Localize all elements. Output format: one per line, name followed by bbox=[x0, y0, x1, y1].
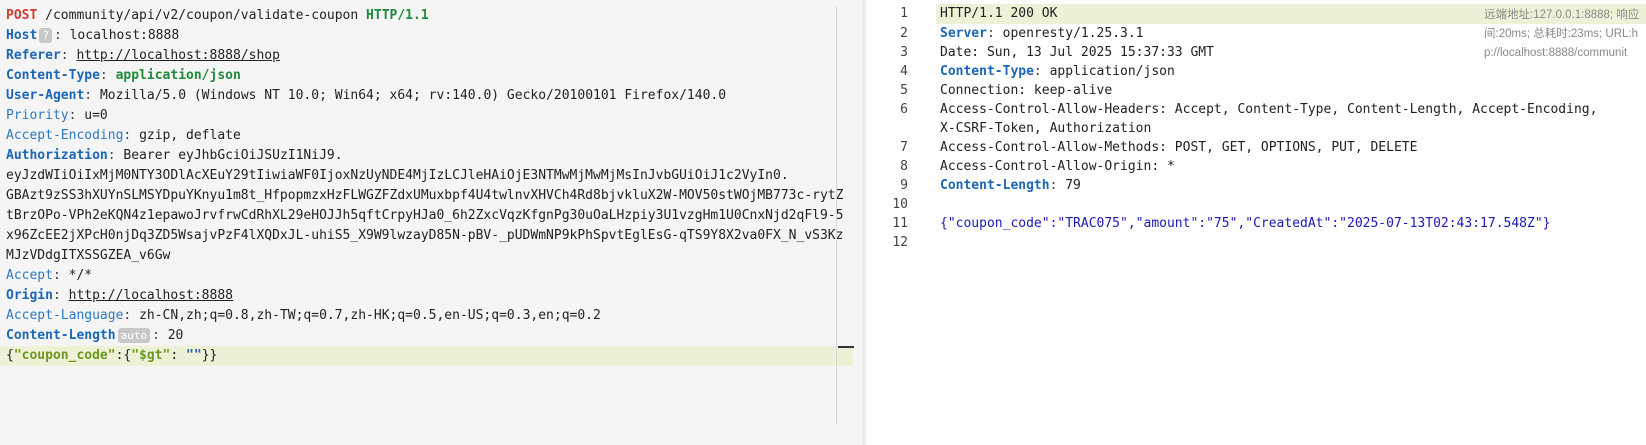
request-body-line[interactable]: {"coupon_code":{"$gt": ""}} bbox=[0, 346, 853, 366]
scroll-position-marker bbox=[838, 346, 854, 348]
help-badge[interactable]: ? bbox=[39, 28, 52, 43]
line-number: 12 bbox=[892, 235, 908, 250]
header-acao: Access-Control-Allow-Origin: * bbox=[940, 159, 1175, 174]
line-number: 8 bbox=[900, 159, 908, 174]
request-scrollbar[interactable] bbox=[836, 6, 837, 424]
header-value: application/json bbox=[1049, 64, 1175, 79]
response-meta-info: 远端地址:127.0.0.1:8888; 响应 间:20ms; 总耗时:23ms… bbox=[1484, 6, 1646, 63]
header-content-length: Content-Length auto: 20 bbox=[6, 328, 184, 343]
meta-line: 间:20ms; 总耗时:23ms; URL:h bbox=[1484, 28, 1639, 40]
header-key: Content-Length bbox=[940, 178, 1050, 193]
line-number: 9 bbox=[900, 178, 908, 193]
header-content-type: Content-Type: application/json bbox=[6, 68, 241, 83]
meta-line: p://localhost:8888/communit bbox=[1484, 47, 1628, 59]
line-number: 3 bbox=[900, 45, 908, 60]
header-key: Server bbox=[940, 26, 987, 41]
json-key: "coupon_code" bbox=[13, 348, 116, 363]
header-key: User-Agent bbox=[6, 88, 85, 103]
request-path: /community/api/v2/coupon/validate-coupon bbox=[45, 8, 359, 23]
header-value: Bearer eyJhbGciOiJSUzI1NiJ9. bbox=[123, 148, 343, 163]
header-key: Content-Length bbox=[6, 328, 116, 343]
header-acah-continued: X-CSRF-Token, Authorization bbox=[940, 121, 1152, 136]
header-accept: Accept: */* bbox=[6, 268, 93, 283]
header-key: Priority bbox=[6, 108, 69, 123]
header-value: */* bbox=[68, 268, 93, 283]
header-key: Accept-Encoding bbox=[6, 128, 124, 143]
header-value: application/json bbox=[115, 68, 241, 83]
header-authorization: Authorization: Bearer eyJhbGciOiJSUzI1Ni… bbox=[6, 148, 343, 163]
line-number: 10 bbox=[892, 197, 908, 212]
request-pane[interactable]: POST /community/api/v2/coupon/validate-c… bbox=[0, 0, 862, 445]
header-value: openresty/1.25.3.1 bbox=[1002, 26, 1144, 41]
response-body: {"coupon_code":"TRAC075","amount":"75","… bbox=[940, 216, 1551, 231]
header-host: Host?: localhost:8888 bbox=[6, 28, 180, 43]
request-line: POST /community/api/v2/coupon/validate-c… bbox=[6, 6, 848, 26]
line-number: 7 bbox=[900, 140, 908, 155]
header-value: localhost:8888 bbox=[69, 28, 180, 43]
line-number: 2 bbox=[900, 26, 908, 41]
header-date: Date: Sun, 13 Jul 2025 15:37:33 GMT bbox=[940, 45, 1214, 60]
request-protocol: HTTP/1.1 bbox=[366, 8, 429, 23]
request-text[interactable]: POST /community/api/v2/coupon/validate-c… bbox=[6, 6, 848, 346]
status-line: HTTP/1.1 200 OK bbox=[940, 6, 1058, 21]
header-value: u=0 bbox=[84, 108, 108, 123]
header-referer: Referer: http://localhost:8888/shop bbox=[6, 48, 280, 63]
line-number: 6 bbox=[900, 102, 908, 117]
json-value: "" bbox=[186, 348, 202, 363]
header-connection: Connection: keep-alive bbox=[940, 83, 1113, 98]
header-key: Referer bbox=[6, 48, 61, 63]
request-body: {"coupon_code":{"$gt": ""}} bbox=[6, 348, 218, 363]
header-acah: Access-Control-Allow-Headers: Accept, Co… bbox=[940, 102, 1598, 117]
header-value: Mozilla/5.0 (Windows NT 10.0; Win64; x64… bbox=[99, 88, 727, 103]
header-accept-encoding: Accept-Encoding: gzip, deflate bbox=[6, 128, 241, 143]
meta-line: 远端地址:127.0.0.1:8888; 响应 bbox=[1484, 9, 1640, 21]
header-key: Host bbox=[6, 28, 38, 43]
line-number: 5 bbox=[900, 83, 908, 98]
header-value: zh-CN,zh;q=0.8,zh-TW;q=0.7,zh-HK;q=0.5,e… bbox=[139, 308, 601, 323]
header-priority: Priority: u=0 bbox=[6, 108, 108, 123]
header-key: Accept-Language bbox=[6, 308, 124, 323]
header-value: 20 bbox=[167, 328, 184, 343]
response-pane[interactable]: 1 HTTP/1.1 200 OK 2 Server: openresty/1.25… bbox=[866, 0, 1646, 445]
line-number: 4 bbox=[900, 64, 908, 79]
header-value: 79 bbox=[1065, 178, 1081, 193]
header-user-agent: User-Agent: Mozilla/5.0 (Windows NT 10.0… bbox=[6, 88, 727, 103]
line-number: 11 bbox=[892, 216, 908, 231]
referer-link[interactable]: http://localhost:8888/shop bbox=[76, 48, 280, 63]
header-key: Authorization bbox=[6, 148, 108, 163]
header-value: gzip, deflate bbox=[139, 128, 241, 143]
header-acam: Access-Control-Allow-Methods: POST, GET,… bbox=[940, 140, 1418, 155]
auth-token-line: eyJzdWIiOiIxMjM0NTY3ODlAcXEuY29tIiwiaWF0… bbox=[6, 168, 789, 183]
origin-link[interactable]: http://localhost:8888 bbox=[69, 288, 233, 303]
auto-badge[interactable]: auto bbox=[117, 328, 151, 343]
header-key: Content-Type bbox=[940, 64, 1034, 79]
line-number: 1 bbox=[900, 6, 908, 21]
header-key: Content-Type bbox=[6, 68, 100, 83]
auth-token-signature: GBAzt9zSS3hXUYnSLMSYDpuYKnyu1m8t_Hfpopmz… bbox=[6, 188, 844, 263]
request-method: POST bbox=[6, 8, 38, 23]
header-origin: Origin: http://localhost:8888 bbox=[6, 288, 233, 303]
json-operator: "$gt" bbox=[131, 348, 171, 363]
header-accept-language: Accept-Language: zh-CN,zh;q=0.8,zh-TW;q=… bbox=[6, 308, 601, 323]
header-key: Origin bbox=[6, 288, 53, 303]
header-key: Accept bbox=[6, 268, 53, 283]
